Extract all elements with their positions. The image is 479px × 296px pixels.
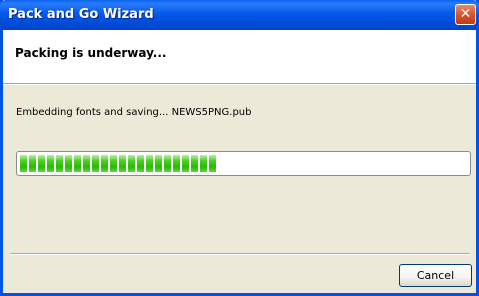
close-icon: ✕ xyxy=(459,6,472,22)
progress-chunk xyxy=(83,155,90,172)
progress-chunk xyxy=(155,155,162,172)
progress-chunk xyxy=(146,155,153,172)
progress-chunk xyxy=(191,155,198,172)
cancel-button-label: Cancel xyxy=(416,269,455,282)
progress-chunk xyxy=(74,155,81,172)
window-title: Pack and Go Wizard xyxy=(8,7,154,22)
page-heading: Packing is underway... xyxy=(15,46,167,60)
progress-chunk xyxy=(47,155,54,172)
close-button[interactable]: ✕ xyxy=(455,4,476,25)
progress-chunk xyxy=(38,155,45,172)
header-panel: Packing is underway... xyxy=(3,30,476,83)
cancel-button[interactable]: Cancel xyxy=(399,264,472,287)
footer-divider xyxy=(10,253,470,255)
progress-chunk xyxy=(128,155,135,172)
progress-chunk xyxy=(164,155,171,172)
progress-chunk xyxy=(173,155,180,172)
progress-chunk xyxy=(101,155,108,172)
progress-chunk xyxy=(119,155,126,172)
progress-chunk xyxy=(110,155,117,172)
progress-chunk xyxy=(56,155,63,172)
progress-chunk xyxy=(200,155,207,172)
pack-and-go-wizard-window: Pack and Go Wizard ✕ Packing is underway… xyxy=(0,0,479,296)
title-bar[interactable]: Pack and Go Wizard ✕ xyxy=(0,0,479,30)
progress-chunk xyxy=(182,155,189,172)
progress-chunk xyxy=(209,155,216,172)
progress-chunk xyxy=(65,155,72,172)
status-text: Embedding fonts and saving... NEWS5PNG.p… xyxy=(16,107,252,118)
progress-chunk xyxy=(20,155,27,172)
header-divider xyxy=(3,83,476,85)
progress-chunk xyxy=(92,155,99,172)
progress-fill xyxy=(20,155,216,172)
progress-chunk xyxy=(29,155,36,172)
progress-bar xyxy=(16,151,471,176)
progress-chunk xyxy=(137,155,144,172)
